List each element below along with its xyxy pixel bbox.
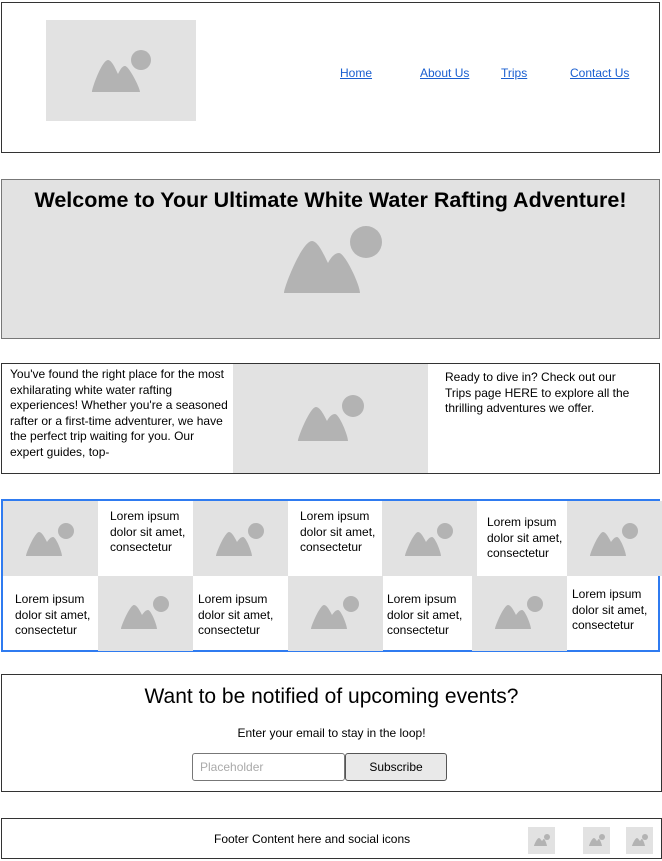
image-placeholder-icon [589, 834, 605, 846]
site-footer: Footer Content here and social icons [1, 818, 662, 859]
grid-cell-text: Lorem ipsum dolor sit amet, consectetur [198, 592, 274, 637]
social-icon[interactable] [583, 827, 610, 854]
grid-image-placeholder [288, 576, 383, 651]
grid-text-cell: Lorem ipsum dolor sit amet, consectetur [3, 576, 98, 651]
image-placeholder-icon [632, 834, 648, 846]
newsletter-section: Want to be notified of upcoming events? … [1, 674, 662, 792]
image-placeholder-icon [284, 226, 382, 293]
social-icon[interactable] [528, 827, 555, 854]
image-placeholder-icon [495, 596, 543, 629]
newsletter-title: Want to be notified of upcoming events? [144, 685, 519, 708]
logo-placeholder [46, 20, 196, 121]
image-placeholder-icon [297, 394, 364, 441]
grid-cell-text: Lorem ipsum dolor sit amet, consectetur [300, 509, 376, 554]
image-placeholder-icon [26, 523, 74, 556]
grid-cell-text: Lorem ipsum dolor sit amet, consectetur [572, 587, 648, 632]
grid-text-cell: Lorem ipsum dolor sit amet, consectetur [98, 501, 193, 576]
image-placeholder-icon [590, 523, 638, 556]
grid-text-cell: Lorem ipsum dolor sit amet, consectetur [193, 576, 288, 651]
grid-text-cell: Lorem ipsum dolor sit amet, consectetur [288, 501, 383, 576]
image-placeholder-icon [311, 596, 359, 629]
site-header: Home About Us Trips Contact Us [1, 2, 660, 153]
grid-text-cell: Lorem ipsum dolor sit amet, consectetur [567, 576, 662, 651]
grid-image-placeholder [382, 501, 477, 576]
grid-cell-text: Lorem ipsum dolor sit amet, consectetur [110, 509, 186, 554]
footer-text: Footer Content here and social icons [214, 832, 411, 846]
grid-image-placeholder [193, 501, 288, 576]
hero-title: Welcome to Your Ultimate White Water Raf… [34, 188, 627, 212]
nav-about-link[interactable]: About Us [420, 66, 469, 80]
hero-banner: Welcome to Your Ultimate White Water Raf… [1, 179, 660, 339]
subscribe-button[interactable]: Subscribe [345, 753, 447, 781]
nav-contact-link[interactable]: Contact Us [570, 66, 629, 80]
grid-image-placeholder [472, 576, 567, 651]
grid-image-placeholder [98, 576, 193, 651]
grid-text-cell: Lorem ipsum dolor sit amet, consectetur [475, 501, 570, 576]
intro-image-placeholder [233, 364, 428, 473]
image-placeholder-icon [121, 596, 169, 629]
image-placeholder-icon [534, 834, 550, 846]
grid-cell-text: Lorem ipsum dolor sit amet, consectetur [15, 592, 91, 637]
grid-image-placeholder [3, 501, 98, 576]
grid-image-placeholder [567, 501, 662, 576]
image-placeholder-icon [405, 523, 453, 556]
intro-section: You've found the right place for the mos… [1, 363, 660, 474]
feature-grid: Lorem ipsum dolor sit amet, consectetur … [1, 499, 662, 652]
social-icon[interactable] [626, 827, 653, 854]
nav-trips-link[interactable]: Trips [501, 66, 527, 80]
image-placeholder-icon [92, 49, 151, 92]
email-input[interactable] [192, 753, 345, 781]
image-placeholder-icon [216, 523, 264, 556]
nav-home-link[interactable]: Home [340, 66, 372, 80]
newsletter-subtitle: Enter your email to stay in the loop! [237, 726, 426, 740]
intro-left-text: You've found the right place for the mos… [10, 367, 228, 459]
grid-cell-text: Lorem ipsum dolor sit amet, consectetur [387, 592, 463, 637]
grid-text-cell: Lorem ipsum dolor sit amet, consectetur [382, 576, 477, 651]
intro-right-text: Ready to dive in? Check out our Trips pa… [445, 370, 630, 415]
grid-cell-text: Lorem ipsum dolor sit amet, consectetur [487, 515, 563, 560]
